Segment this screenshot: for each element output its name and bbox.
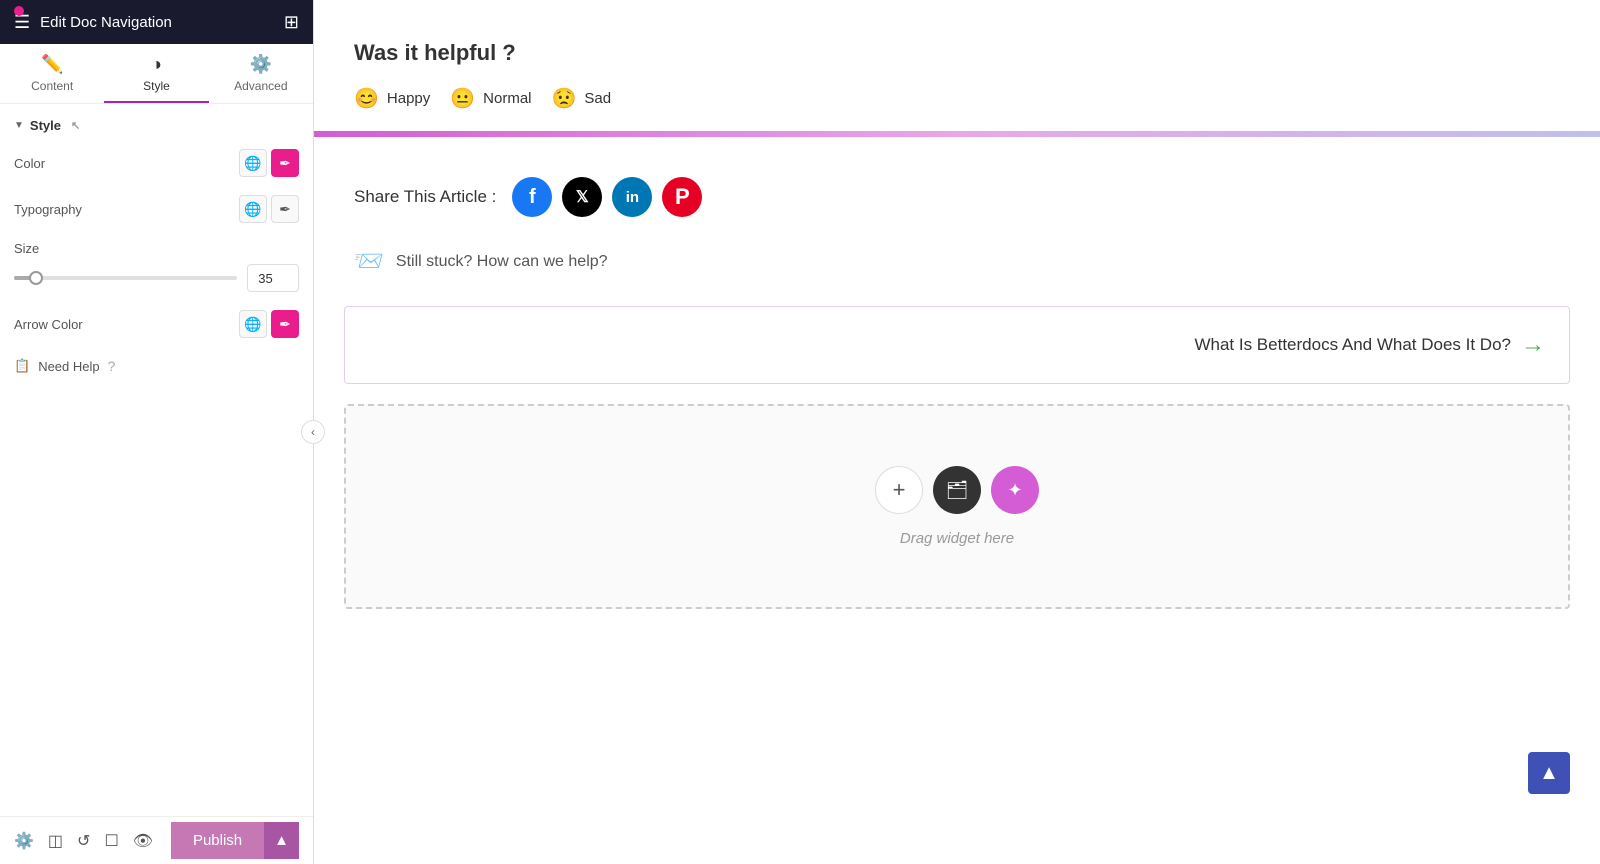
tab-style[interactable]: ◑ Style [104,44,208,103]
size-input[interactable] [247,264,299,292]
emoji-row: 😊 Happy 😐 Normal 😟 Sad [354,86,1560,111]
section-style: ▼ Style ↖ [14,118,299,133]
publish-button[interactable]: Publish [171,822,264,859]
arrow-pick-btn[interactable]: ✒ [271,310,299,338]
sidebar-collapse-button[interactable]: ‹ [301,420,325,444]
content-icon: ✏️ [41,54,63,75]
happy-emoji: 😊 [354,86,379,111]
scroll-top-button[interactable]: ▲ [1528,752,1570,794]
color-actions: 🌐 ✒ [239,149,299,177]
arrow-global-btn[interactable]: 🌐 [239,310,267,338]
nav-card[interactable]: What Is Betterdocs And What Does It Do? … [344,306,1570,384]
still-stuck-section: 📨 Still stuck? How can we help? [314,237,1600,296]
linkedin-icon[interactable]: in [612,177,652,217]
twitter-icon[interactable]: 𝕏 [562,177,602,217]
sidebar-header: ☰ Edit Doc Navigation ⊞ [0,0,313,44]
share-row: Share This Article : f 𝕏 in P [354,177,1560,217]
happy-label: Happy [387,90,430,107]
content-area: Was it helpful ? 😊 Happy 😐 Normal 😟 Sad [314,0,1600,864]
sad-emoji: 😟 [552,86,577,111]
helpful-title: Was it helpful ? [354,40,1560,66]
nav-arrow-icon: → [1521,331,1545,359]
tab-bar: ✏️ Content ◑ Style ⚙️ Advanced [0,44,313,104]
drag-text: Drag widget here [900,530,1014,547]
pinterest-icon[interactable]: P [662,177,702,217]
size-label: Size [14,241,299,256]
emoji-happy[interactable]: 😊 Happy [354,86,430,111]
arrow-color-control: Arrow Color 🌐 ✒ [14,310,299,338]
color-global-btn[interactable]: 🌐 [239,149,267,177]
eye-icon[interactable]: 👁 [133,831,153,851]
drop-zone: + 🗂 ✦ Drag widget here [344,404,1570,609]
slider-thumb[interactable] [29,271,43,285]
tab-content[interactable]: ✏️ Content [0,44,104,103]
grid-icon[interactable]: ⊞ [284,12,299,33]
typography-label: Typography [14,202,82,217]
sparkle-button[interactable]: ✦ [991,466,1039,514]
typography-global-btn[interactable]: 🌐 [239,195,267,223]
nav-next: What Is Betterdocs And What Does It Do? … [1194,331,1545,359]
slider-track[interactable] [14,276,237,280]
tab-content-label: Content [31,79,73,93]
need-help-label: Need Help [38,359,99,374]
normal-label: Normal [483,90,531,107]
typography-control: Typography 🌐 ✒ [14,195,299,223]
advanced-icon: ⚙️ [250,54,272,75]
color-pick-btn[interactable]: ✒ [271,149,299,177]
share-section: Share This Article : f 𝕏 in P [314,137,1600,237]
size-control: Size [14,241,299,292]
typography-edit-btn[interactable]: ✒ [271,195,299,223]
emoji-sad[interactable]: 😟 Sad [552,86,612,111]
slider-controls [14,264,299,292]
arrow-color-actions: 🌐 ✒ [239,310,299,338]
preview-icon[interactable]: ☐ [104,831,118,851]
folder-button[interactable]: 🗂 [933,466,981,514]
need-help[interactable]: 📋 Need Help ? [14,358,299,374]
need-help-icon: 📋 [14,358,30,374]
main-content: Was it helpful ? 😊 Happy 😐 Normal 😟 Sad [314,0,1600,864]
bottom-icons: ⚙️ ◫ ↺ ☐ 👁 [14,831,153,851]
header-title: Edit Doc Navigation [40,14,172,31]
sidebar-content: ▼ Style ↖ Color 🌐 ✒ Typography 🌐 ✒ Size [0,104,313,816]
arrow-color-label: Arrow Color [14,317,83,332]
sidebar: ☰ Edit Doc Navigation ⊞ ✏️ Content ◑ Sty… [0,0,314,864]
helpful-section: Was it helpful ? 😊 Happy 😐 Normal 😟 Sad [314,0,1600,131]
share-label: Share This Article : [354,187,496,207]
tab-advanced-label: Advanced [234,79,287,93]
sidebar-header-left: ☰ Edit Doc Navigation [14,12,172,33]
color-label: Color [14,156,45,171]
normal-emoji: 😐 [450,86,475,111]
email-icon: 📨 [354,247,384,276]
typography-actions: 🌐 ✒ [239,195,299,223]
color-control: Color 🌐 ✒ [14,149,299,177]
drop-buttons: + 🗂 ✦ [875,466,1039,514]
publish-dropdown-button[interactable]: ▲ [264,822,299,859]
history-icon[interactable]: ↺ [77,831,90,851]
tab-style-label: Style [143,79,170,93]
add-widget-button[interactable]: + [875,466,923,514]
layers-icon[interactable]: ◫ [48,831,63,851]
settings-icon[interactable]: ⚙️ [14,831,34,851]
cursor-placeholder: ↖ [71,119,80,132]
facebook-icon[interactable]: f [512,177,552,217]
emoji-normal[interactable]: 😐 Normal [450,86,531,111]
section-style-label: Style [30,118,61,133]
sad-label: Sad [584,90,611,107]
help-question-icon: ? [108,358,116,374]
bottom-bar: ⚙️ ◫ ↺ ☐ 👁 Publish ▲ [0,816,313,864]
social-icons: f 𝕏 in P [512,177,702,217]
section-arrow: ▼ [14,120,24,131]
nav-next-title: What Is Betterdocs And What Does It Do? [1194,335,1511,355]
style-icon: ◑ [151,54,162,75]
tab-advanced[interactable]: ⚙️ Advanced [209,44,313,103]
pink-dot [14,6,24,16]
still-stuck-text: Still stuck? How can we help? [396,253,608,271]
publish-wrapper: Publish ▲ [171,822,299,859]
